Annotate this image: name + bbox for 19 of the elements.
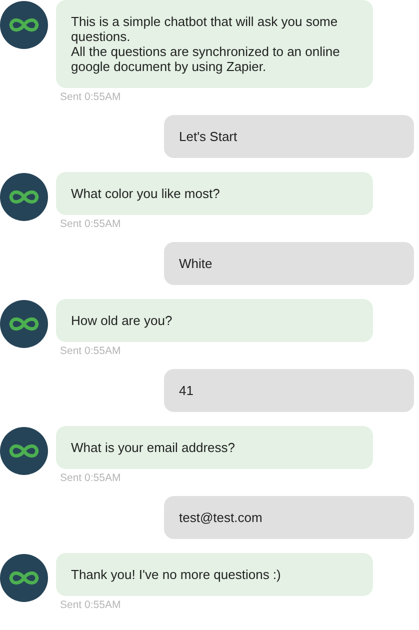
bot-message: What is your email address?	[56, 426, 373, 469]
user-message: test@test.com	[164, 496, 414, 539]
bot-avatar-icon	[0, 300, 48, 348]
bot-message: How old are you?	[56, 299, 373, 342]
bot-message: Thank you! I've no more questions :)	[56, 553, 373, 596]
timestamp: Sent 0:55AM	[60, 472, 121, 485]
user-message: White	[164, 242, 414, 285]
bot-avatar-icon	[0, 554, 48, 602]
user-message: Let's Start	[164, 115, 414, 158]
timestamp: Sent 0:55AM	[60, 91, 121, 104]
bot-message: This is a simple chatbot that will ask you some questions. All the questions are synchronized to an online google document by using Zapier.	[56, 0, 373, 88]
bot-message: What color you like most?	[56, 172, 373, 215]
timestamp: Sent 0:55AM	[60, 345, 121, 358]
bot-avatar-icon	[0, 1, 48, 49]
bot-avatar-icon	[0, 427, 48, 475]
bot-avatar-icon	[0, 173, 48, 221]
timestamp: Sent 0:55AM	[60, 218, 121, 231]
user-message: 41	[164, 369, 414, 412]
timestamp: Sent 0:55AM	[60, 599, 121, 612]
